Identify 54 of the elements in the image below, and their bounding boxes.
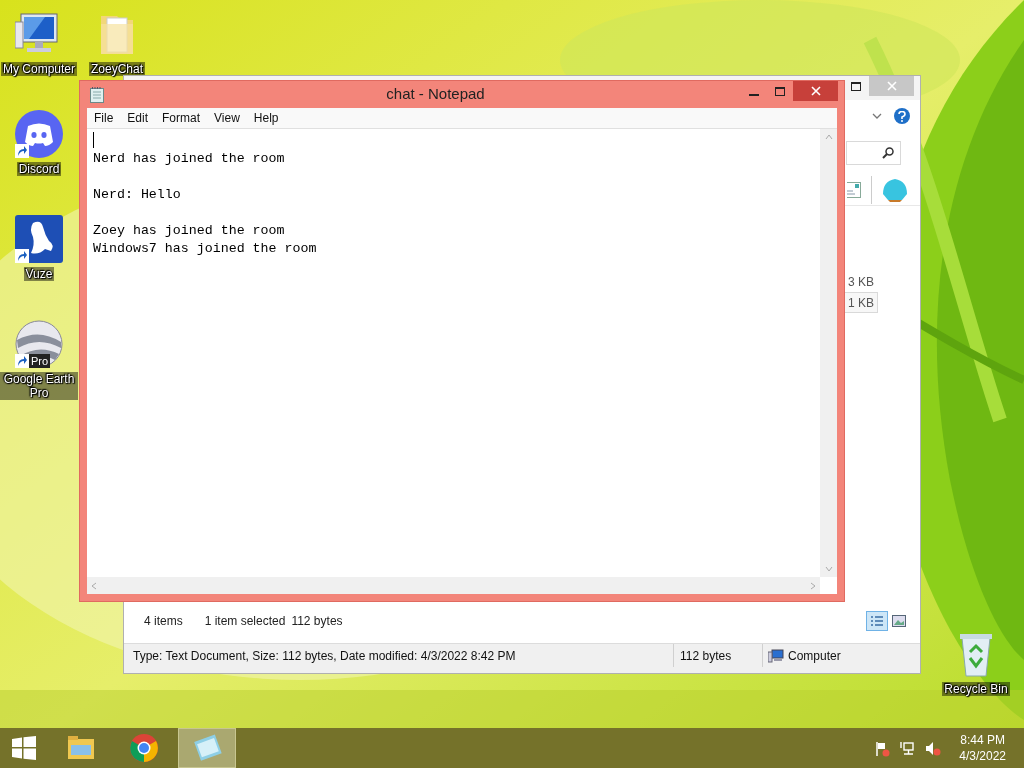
icon-label[interactable]: Recycle Bin — [942, 682, 1010, 696]
shell-icon[interactable] — [882, 177, 908, 202]
size-cell: 1 KB — [844, 292, 878, 313]
chevron-icon[interactable] — [872, 113, 882, 119]
details-view-button[interactable] — [866, 611, 888, 631]
close-icon — [810, 86, 821, 96]
card-icon[interactable] — [847, 181, 861, 198]
badge-label: Pro — [29, 354, 51, 368]
window-title: chat - Notepad — [385, 84, 486, 105]
notepad-icon — [90, 86, 104, 103]
menu-item[interactable]: Edit — [126, 109, 150, 127]
minimize-icon — [749, 94, 759, 96]
vertical-scrollbar[interactable] — [820, 129, 837, 577]
text-line: Nerd has joined the room — [93, 150, 286, 168]
horizontal-scrollbar[interactable] — [87, 577, 820, 594]
item-count: 4 items — [144, 613, 183, 630]
notepad-icon — [191, 732, 223, 764]
help-icon[interactable] — [894, 108, 910, 124]
icon-label[interactable]: Vuze — [23, 267, 55, 281]
clock[interactable]: 8:44 PM 4/3/2022 — [959, 732, 1006, 764]
text-cursor — [93, 132, 94, 148]
text-line: Windows7 has joined the room — [93, 240, 318, 258]
icon-label[interactable]: My Computer — [1, 62, 77, 76]
size-cell-text: 3 KB — [847, 273, 875, 291]
flag-icon[interactable] — [874, 739, 892, 757]
image-icon — [892, 615, 906, 627]
taskbar-button[interactable] — [178, 728, 236, 768]
search-icon — [882, 147, 894, 159]
computer-icon — [768, 648, 784, 663]
discord-icon[interactable] — [15, 110, 63, 158]
menu-item[interactable]: Help — [252, 109, 280, 127]
close-icon — [886, 81, 897, 91]
maximize-icon — [850, 81, 861, 91]
search-field[interactable] — [846, 141, 901, 165]
icon-label[interactable]: Discord — [16, 162, 62, 176]
chrome-icon — [128, 732, 160, 764]
selection-size: 112 bytes — [291, 613, 343, 630]
text-area[interactable]: Nerd has joined the room Nerd: Hello Zoey has joined the room Windows7 has joined the room — [87, 129, 820, 594]
selection-text: 1 item selected — [204, 613, 286, 630]
maximize-icon — [775, 86, 785, 96]
menu-item[interactable]: Format — [161, 109, 202, 127]
file-details-text: Type: Text Document, Size: 112 bytes, Date modified: 4/3/2022 8:42 PM — [132, 647, 517, 665]
menu-item[interactable]: View — [213, 109, 241, 127]
windows-logo-icon — [12, 736, 36, 760]
menu-item[interactable]: File — [93, 109, 115, 127]
text-line: Nerd: Hello — [93, 186, 182, 204]
network-icon[interactable] — [899, 739, 917, 757]
text-line: Zoey has joined the room — [93, 222, 286, 240]
clock-time: 8:44 PM — [960, 732, 1005, 748]
clock-date: 4/3/2022 — [959, 748, 1006, 764]
list-icon — [870, 615, 884, 627]
icon-label[interactable]: Google Earth Pro — [0, 372, 78, 400]
zone-text: Computer — [788, 647, 841, 665]
file-size-text: 112 bytes — [679, 647, 733, 665]
